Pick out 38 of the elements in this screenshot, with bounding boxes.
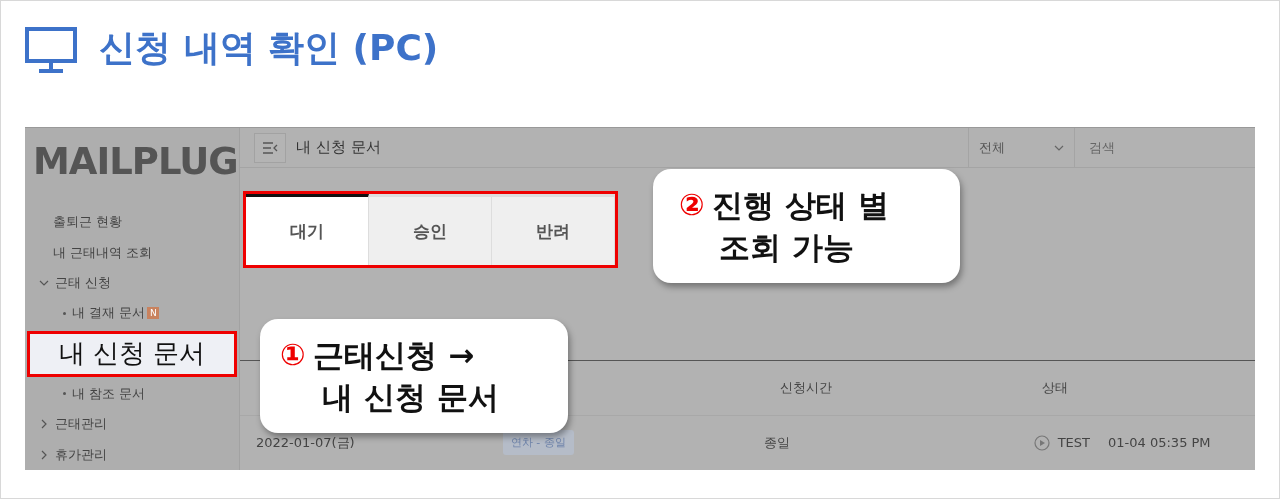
new-badge: N	[147, 307, 160, 320]
search-field[interactable]: 검색	[1074, 127, 1255, 168]
sidebar-item[interactable]: 내 근태내역 조회	[33, 237, 239, 268]
chevron-icon	[1054, 144, 1064, 151]
step-number: ②	[679, 186, 705, 224]
chevron-icon	[39, 419, 49, 430]
filter-dropdown[interactable]: 전체	[968, 127, 1074, 168]
callout-text: 진행 상태 별	[712, 186, 889, 225]
sidebar-item[interactable]: 내 결재 문서 N	[33, 298, 239, 329]
callout-text: 내 신청 문서	[322, 378, 499, 417]
status-tab[interactable]: 반려	[492, 194, 615, 266]
menu-collapse-icon	[262, 141, 278, 154]
callout-text: 근태신청 →	[313, 336, 475, 375]
page-heading: 신청 내역 확인 (PC)	[99, 26, 439, 70]
logo: MAILPLUG	[33, 140, 239, 183]
highlighted-menu-item[interactable]: 내 신청 문서	[27, 330, 237, 377]
monitor-icon	[25, 27, 77, 73]
table-cell: 종일	[763, 433, 790, 452]
status-tab[interactable]: 대기	[246, 194, 369, 266]
sidebar-item[interactable]: 출퇴근 현황	[33, 207, 239, 238]
step-number: ①	[280, 336, 306, 374]
table-cell: 01-04 05:35 PM	[1108, 435, 1211, 451]
sidebar-item[interactable]: 근태관리	[33, 409, 239, 440]
table-cell: 2022-01-07(금)	[256, 433, 355, 452]
status-tab[interactable]: 승인	[369, 194, 492, 266]
bullet-icon	[63, 311, 66, 315]
callout-text: 조회 가능	[719, 228, 854, 267]
column-header: 신청시간	[780, 378, 832, 397]
sidebar-item[interactable]: 내 참조 문서	[33, 378, 239, 410]
play-icon	[1033, 434, 1050, 451]
page-title: 내 신청 문서	[296, 138, 382, 157]
sidebar-item[interactable]: 근태 신청	[33, 267, 239, 299]
sidebar-item[interactable]: 휴가관리	[33, 439, 239, 470]
menu-button[interactable]	[254, 132, 286, 163]
bullet-icon	[63, 392, 66, 396]
column-header: 상태	[1042, 378, 1069, 397]
chevron-icon	[39, 449, 49, 460]
table-cell: TEST	[1057, 435, 1091, 451]
